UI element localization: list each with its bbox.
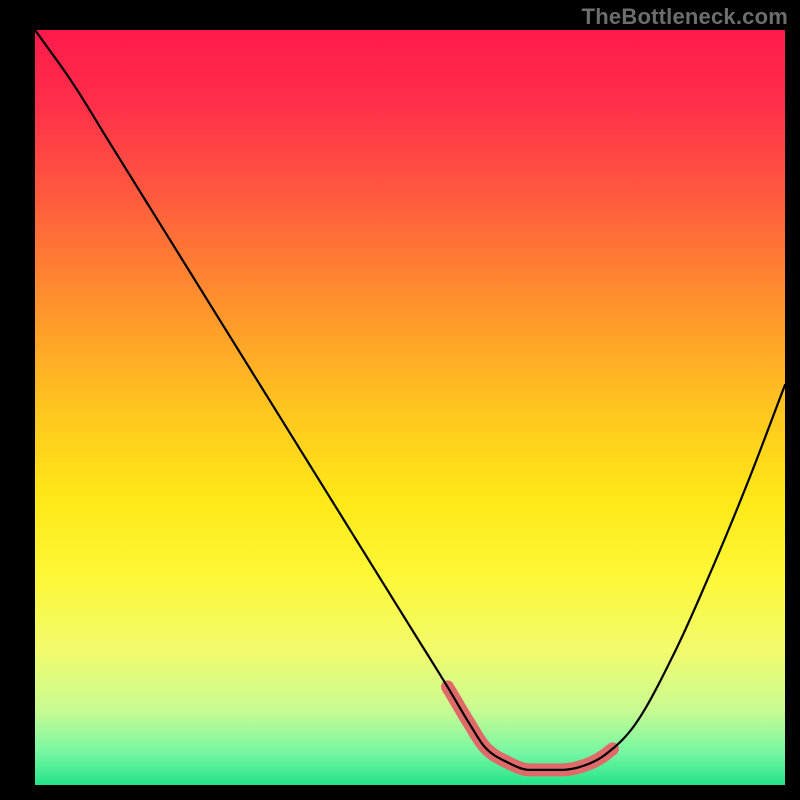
- chart-stage: TheBottleneck.com: [0, 0, 800, 800]
- frame-bottom: [0, 785, 800, 800]
- frame-right: [785, 0, 800, 800]
- bottleneck-chart: [0, 0, 800, 800]
- frame-left: [0, 0, 35, 800]
- gradient-background: [35, 30, 785, 785]
- watermark-text: TheBottleneck.com: [582, 4, 788, 30]
